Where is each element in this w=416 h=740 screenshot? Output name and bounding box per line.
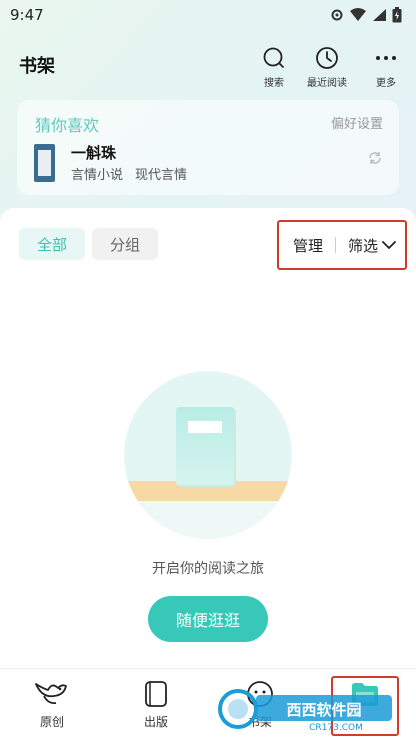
search-icon	[263, 47, 284, 68]
book-tag: 现代言情	[135, 168, 188, 183]
nav-publish-label: 出版	[143, 715, 168, 729]
search-button[interactable]: 搜索	[262, 46, 286, 89]
refresh-icon	[369, 152, 381, 164]
refresh-button[interactable]	[367, 150, 383, 170]
divider	[335, 237, 337, 253]
book-cover-title	[38, 150, 51, 176]
book-cover[interactable]	[34, 144, 55, 182]
tab-all[interactable]: 全部	[19, 228, 85, 260]
recommend-card[interactable]: 猜你喜欢 偏好设置 一斛珠 言情小说 现代言情	[17, 100, 399, 195]
wifi-icon	[350, 8, 366, 21]
manage-filter-highlight: 管理 筛选	[277, 220, 407, 270]
status-icons	[330, 7, 402, 23]
recent-reading-button[interactable]: 最近阅读	[307, 46, 347, 89]
manage-button[interactable]: 管理	[293, 235, 323, 256]
page-title: 书架	[19, 56, 55, 77]
chevron-down-icon	[382, 241, 396, 249]
filter-label: 筛选	[348, 236, 379, 255]
recent-reading-label: 最近阅读	[307, 78, 347, 89]
battery-icon	[392, 7, 402, 23]
watermark-url: CR173.COM	[309, 723, 363, 733]
watermark-brand: 西西软件园	[286, 701, 361, 719]
browse-button[interactable]: 随便逛逛	[148, 596, 268, 642]
header: 书架 搜索 最近阅读 更多	[0, 42, 416, 94]
search-label: 搜索	[264, 78, 284, 89]
nav-original-label: 原创	[39, 715, 64, 729]
more-icon	[376, 56, 396, 60]
bird-icon	[35, 683, 67, 705]
filter-button[interactable]: 筛选	[348, 235, 396, 256]
empty-bookshelf-illustration	[124, 371, 292, 539]
bookshelf-panel: 全部 分组 管理 筛选 开启你的阅读之旅 随便逛逛	[0, 208, 416, 668]
watermark-logo: 西西软件园 CR173.COM	[218, 689, 392, 733]
nav-original[interactable]: 原创	[12, 669, 92, 740]
more-label: 更多	[376, 78, 396, 89]
recommend-book-tags: 言情小说 现代言情	[71, 164, 187, 183]
status-bar: 9:47	[0, 0, 416, 30]
more-button[interactable]: 更多	[374, 46, 398, 89]
tab-group[interactable]: 分组	[92, 228, 158, 260]
book-tag: 言情小说	[71, 168, 124, 183]
settings-gear-icon	[331, 9, 343, 21]
book-icon	[145, 681, 167, 707]
clock-icon	[316, 47, 338, 69]
preference-settings-link[interactable]: 偏好设置	[331, 113, 383, 132]
recommend-book-title[interactable]: 一斛珠	[71, 142, 116, 163]
nav-publish[interactable]: 出版	[116, 669, 196, 740]
empty-state-message: 开启你的阅读之旅	[152, 561, 264, 577]
signal-icon	[373, 9, 386, 21]
status-time: 9:47	[10, 6, 44, 24]
recommend-title: 猜你喜欢	[35, 116, 100, 135]
